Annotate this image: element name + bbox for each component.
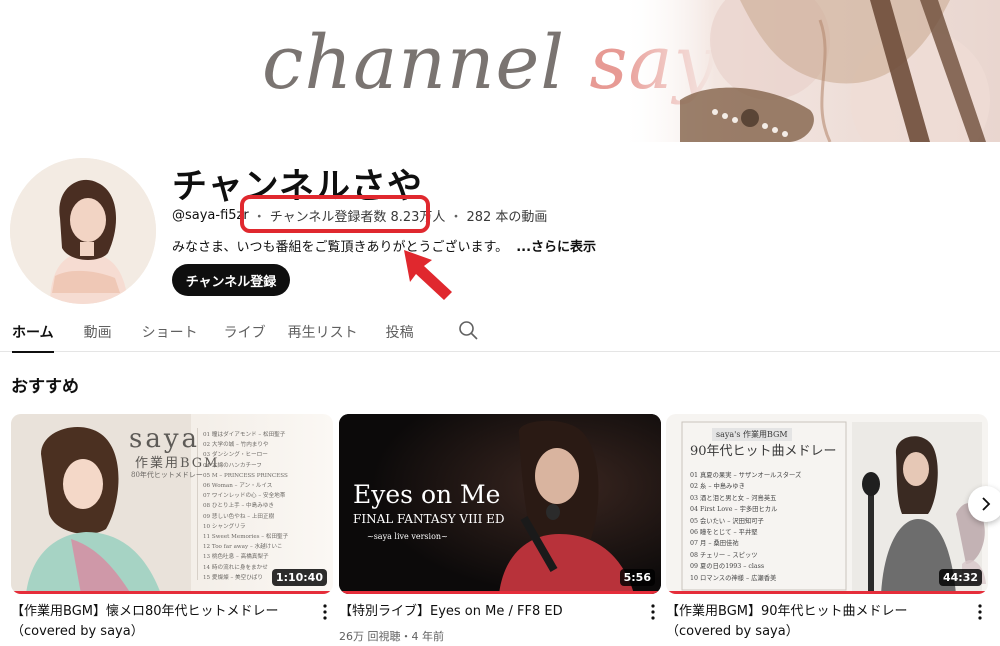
tracklist-item: 07 ワインレッドの心 – 安全地帯: [203, 493, 286, 500]
tracklist-item: 03 ダンシング・ヒーロー: [203, 452, 268, 459]
section-title-recommended: おすすめ: [11, 377, 79, 397]
tracklist-item: 06 Woman – アン・ルイス: [203, 483, 273, 490]
tab-shorts[interactable]: ショート: [142, 312, 198, 352]
channel-handle: @saya-fi5zr: [172, 208, 249, 223]
tracklist-item: 08 チェリー – スピッツ: [690, 551, 758, 559]
thumb-tracklist: 01 瞳はダイアモンド – 松田聖子 02 大学の城 – 竹内まりや 03 ダン…: [203, 430, 329, 583]
thumb-subtitle: FINAL FANTASY VIII ED: [353, 512, 505, 526]
meta-separator: ・: [449, 210, 463, 225]
video-thumbnail[interactable]: saya 作業用BGM 80年代ヒットメドレー 01 瞳はダイアモンド – 松田…: [11, 414, 333, 594]
thumb-subtitle-2: ~saya live version~: [367, 532, 448, 541]
watch-progress-bar: [339, 591, 661, 594]
tracklist-item: 04 First Love – 宇多田ヒカル: [690, 506, 778, 514]
tracklist-item: 01 瞳はダイアモンド – 松田聖子: [203, 432, 286, 438]
tracklist-item: 02 糸 – 中島みゆき: [690, 483, 745, 491]
more-options-icon[interactable]: [974, 602, 986, 622]
video-title[interactable]: 【作業用BGM】懐メロ80年代ヒットメドレー（covered by saya）: [11, 602, 311, 642]
tab-posts[interactable]: 投稿: [386, 312, 414, 352]
thumb-title: 90年代ヒット曲メドレー: [690, 444, 837, 459]
thumb-subtitle-2: 80年代ヒットメドレー: [131, 471, 203, 479]
video-thumbnail[interactable]: saya's 作業用BGM 90年代ヒット曲メドレー 01 真夏の果実 – サザ…: [666, 414, 988, 594]
subscribe-button[interactable]: チャンネル登録: [172, 264, 290, 296]
show-more-link[interactable]: ...さらに表示: [516, 240, 596, 255]
channel-description[interactable]: みなさま、いつも番組をご覧頂きありがとうございます。 ...さらに表示: [172, 236, 596, 255]
avatar-portrait: [10, 158, 156, 304]
subscriber-highlight-box: [240, 195, 430, 233]
tracklist-item: 13 桃色吐息 – 高橋真梨子: [203, 554, 269, 561]
video-card[interactable]: saya's 作業用BGM 90年代ヒット曲メドレー 01 真夏の果実 – サザ…: [666, 414, 988, 639]
tracklist-item: 09 悲しい色やね – 上田正樹: [203, 513, 275, 520]
tab-videos[interactable]: 動画: [84, 312, 112, 352]
video-card[interactable]: Eyes on Me FINAL FANTASY VIII ED ~saya l…: [339, 414, 661, 643]
tracklist-item: 05 M – PRINCESS PRINCESS: [203, 472, 288, 479]
thumb-saya-text: saya: [129, 424, 201, 454]
thumb-title: Eyes on Me: [353, 480, 501, 509]
tracklist-item: 03 酒と泪と男と女 – 河島英五: [690, 494, 777, 502]
video-count: 282 本の動画: [466, 210, 548, 225]
tracklist-item: 02 大学の城 – 竹内まりや: [203, 442, 269, 449]
tracklist-item: 07 月 – 桑田佳祐: [690, 540, 739, 548]
tracklist-item: 04 木綿のハンカチーフ: [203, 462, 262, 469]
video-thumbnail[interactable]: Eyes on Me FINAL FANTASY VIII ED ~saya l…: [339, 414, 661, 594]
red-arrow-icon: [404, 250, 452, 300]
watch-progress-bar: [11, 591, 333, 594]
tracklist-item: 12 Too far away – 水越けいこ: [203, 544, 283, 551]
search-icon[interactable]: [458, 320, 478, 340]
video-duration: 44:32: [938, 569, 982, 586]
tracklist-item: 10 ロマンスの神様 – 広瀬香美: [690, 574, 777, 582]
tracklist-item: 01 真夏の果実 – サザンオールスターズ: [690, 472, 802, 479]
video-views: 26万 回視聴・4 年前: [339, 630, 444, 643]
channel-avatar[interactable]: [10, 158, 156, 304]
more-options-icon[interactable]: [319, 602, 331, 622]
video-duration: 1:10:40: [271, 569, 327, 586]
tracklist-item: 10 シャングリラ: [203, 523, 246, 530]
banner-word-channel: channel: [262, 20, 565, 106]
tab-playlists[interactable]: 再生リスト: [288, 312, 358, 352]
video-card[interactable]: saya 作業用BGM 80年代ヒットメドレー 01 瞳はダイアモンド – 松田…: [11, 414, 333, 639]
tracklist-item: 11 Sweet Memories – 松田聖子: [203, 534, 289, 541]
tab-live[interactable]: ライブ: [224, 312, 266, 352]
tab-home[interactable]: ホーム: [12, 312, 54, 353]
video-title[interactable]: 【特別ライブ】Eyes on Me / FF8 ED: [339, 602, 639, 622]
more-options-icon[interactable]: [647, 602, 659, 622]
tracklist-item: 06 瞳をとじて – 平井堅: [690, 529, 758, 537]
channel-tabs: ホーム 動画 ショート ライブ 再生リスト 投稿: [0, 312, 1000, 353]
watch-progress-bar: [666, 591, 988, 594]
thumb-tracklist: 01 真夏の果実 – サザンオールスターズ 02 糸 – 中島みゆき 03 酒と…: [690, 470, 840, 584]
tracklist-item: 08 ひとり上手 – 中島みゆき: [203, 503, 275, 510]
video-title[interactable]: 【作業用BGM】90年代ヒット曲メドレー（covered by saya）: [666, 602, 966, 642]
tracklist-item: 09 夏の日の1993 – class: [690, 563, 765, 571]
chevron-right-icon: [982, 497, 991, 511]
video-duration: 5:56: [619, 569, 655, 586]
carousel-next-button[interactable]: [968, 486, 1000, 522]
tracklist-item: 05 会いたい – 沢田知可子: [690, 517, 764, 525]
channel-banner: channel saya: [0, 0, 1000, 142]
guitar-illustration: [620, 0, 1000, 142]
